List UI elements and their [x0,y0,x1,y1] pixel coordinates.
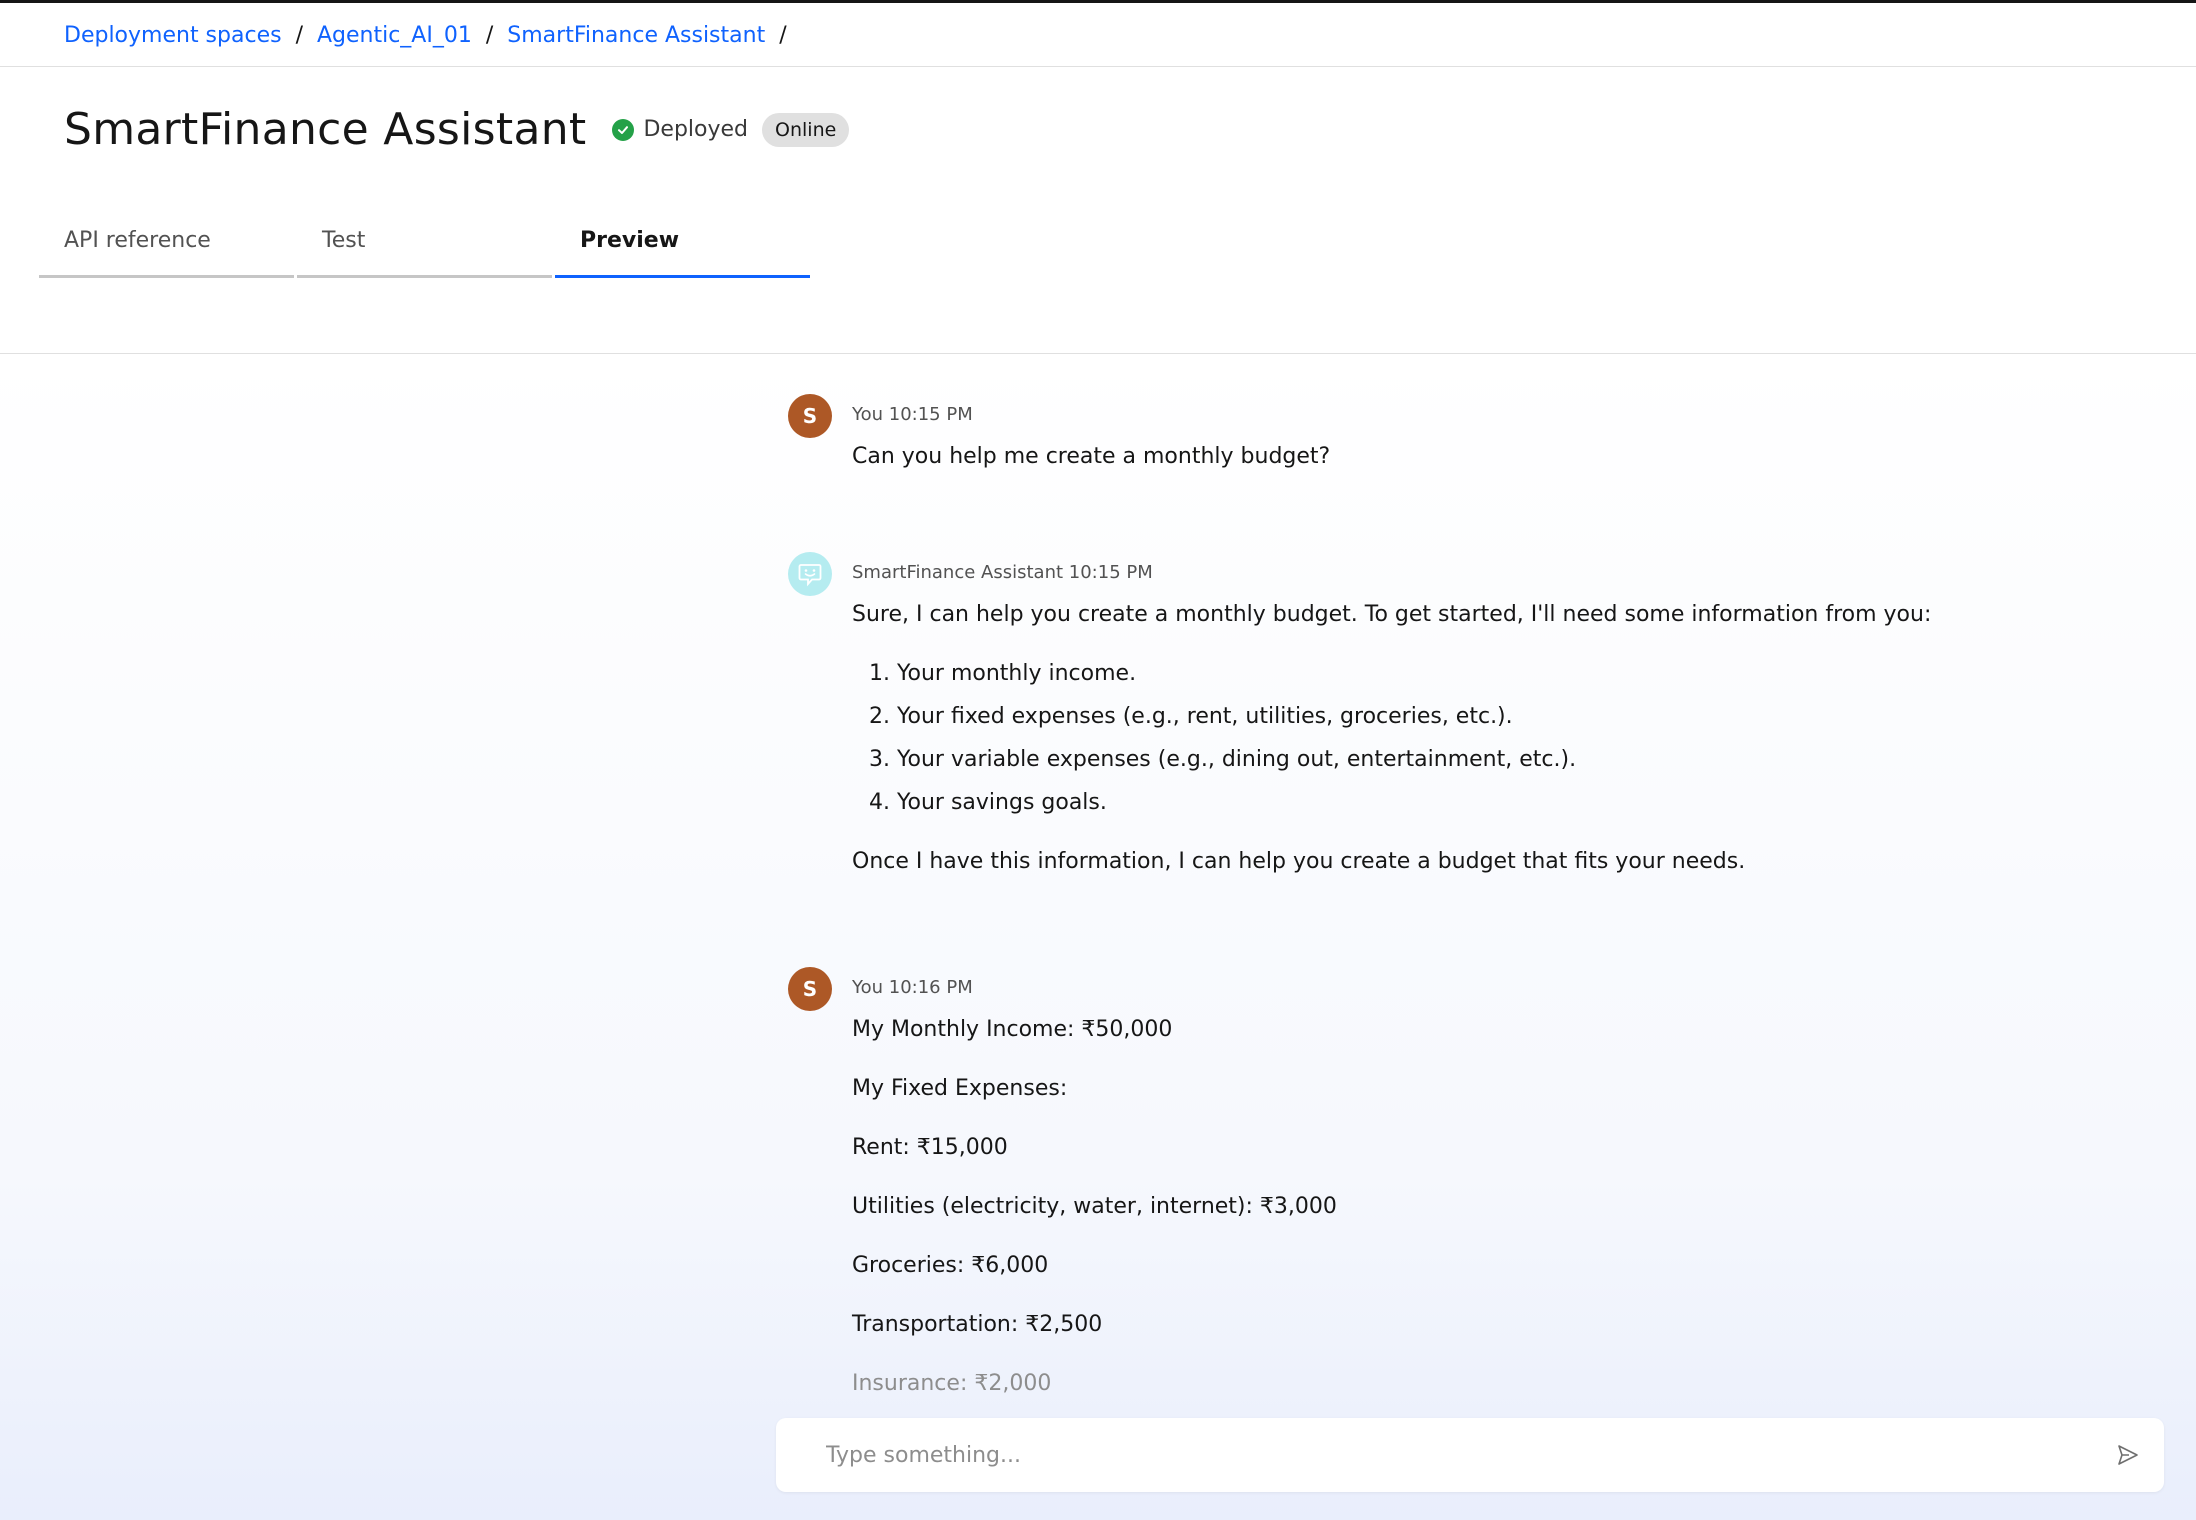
message-line: Transportation: ₹2,500 [852,1312,1103,1337]
message-meta: SmartFinance Assistant 10:15 PM [852,562,1153,583]
message-line: My Fixed Expenses: [852,1076,1068,1101]
list-item: Your variable expenses (e.g., dining out… [897,745,2092,775]
status-label: Deployed [643,117,749,142]
online-badge: Online [762,112,850,147]
timestamp: 10:15 PM [888,404,973,425]
deployment-status: Deployed [612,117,748,142]
tab-list: API reference Test Preview [39,228,813,278]
message-line: Utilities (electricity, water, internet)… [852,1194,1337,1219]
message-meta: You 10:16 PM [852,977,973,998]
message-body: Can you help me create a monthly budget? [852,442,2092,501]
tab-api-reference[interactable]: API reference [39,228,294,278]
checkmark-filled-icon [612,118,635,141]
tab-preview[interactable]: Preview [555,228,810,278]
chat-bot-icon [788,552,832,596]
avatar: S [788,967,832,1011]
list-item: Your monthly income. [897,659,2092,689]
message-input[interactable] [776,1418,2076,1492]
info-list: Your monthly income. Your fixed expenses… [852,659,2092,818]
sender-name: You [852,404,884,425]
avatar: S [788,394,832,438]
message-body: My Monthly Income: ₹50,000 My Fixed Expe… [852,1015,2092,1428]
message-meta: You 10:15 PM [852,404,973,425]
sender-name: You [852,977,884,998]
top-border [0,0,2196,3]
message-line: Groceries: ₹6,000 [852,1253,1049,1278]
header-divider [0,66,2196,67]
title-row: SmartFinance Assistant Deployed Online [64,104,850,155]
message-outro: Once I have this information, I can help… [852,849,1746,874]
chat-area[interactable]: S You 10:15 PM Can you help me create a … [0,354,2196,1520]
message-line: Rent: ₹15,000 [852,1135,1008,1160]
message-text: Can you help me create a monthly budget? [852,444,1331,469]
send-icon[interactable] [2116,1443,2140,1467]
message-composer [776,1418,2164,1492]
message-body: Sure, I can help you create a monthly bu… [852,600,2092,906]
sender-name: SmartFinance Assistant [852,562,1064,583]
message-line: Insurance: ₹2,000 [852,1371,1052,1396]
timestamp: 10:16 PM [888,977,973,998]
message-line: My Monthly Income: ₹50,000 [852,1017,1173,1042]
list-item: Your savings goals. [897,788,2092,818]
breadcrumb: Deployment spaces / Agentic_AI_01 / Smar… [64,18,801,52]
breadcrumb-separator: / [779,22,787,48]
tab-test[interactable]: Test [297,228,552,278]
breadcrumb-deployment-spaces[interactable]: Deployment spaces [64,23,282,48]
page-title: SmartFinance Assistant [64,104,587,155]
list-item: Your fixed expenses (e.g., rent, utiliti… [897,702,2092,732]
message-intro: Sure, I can help you create a monthly bu… [852,602,1932,627]
breadcrumb-smartfinance-assistant[interactable]: SmartFinance Assistant [507,23,765,48]
breadcrumb-agentic-ai-01[interactable]: Agentic_AI_01 [317,23,472,48]
breadcrumb-separator: / [485,22,494,48]
breadcrumb-separator: / [295,22,303,48]
timestamp: 10:15 PM [1068,562,1153,583]
